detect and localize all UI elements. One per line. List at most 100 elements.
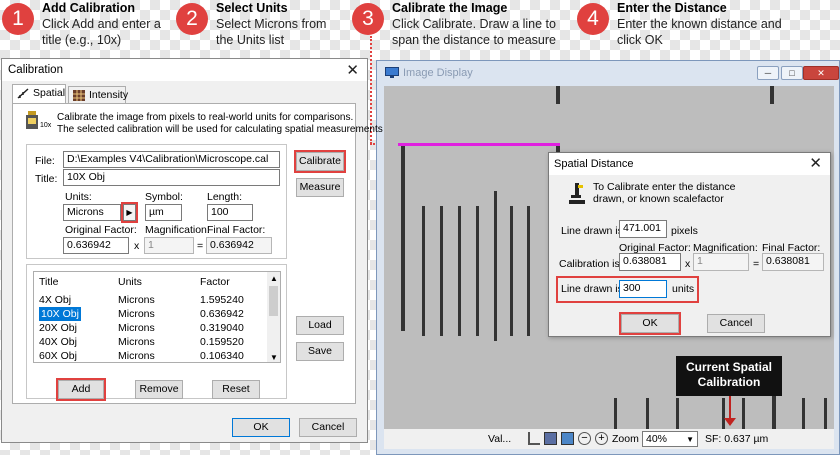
title-field[interactable]: 10X Obj	[63, 169, 280, 186]
zoom-in-icon[interactable]: +	[595, 432, 608, 445]
zoom-select[interactable]: 40% ▼	[642, 431, 698, 447]
current-calibration-callout: Current Spatial Calibration	[676, 356, 782, 396]
calibration-line	[398, 143, 560, 146]
remove-button[interactable]: Remove	[135, 380, 183, 399]
close-button[interactable]: ✕	[803, 66, 839, 80]
vertical-scrollbar[interactable]: ▲ ▼	[267, 272, 280, 362]
spatial-tab-panel: 10x Calibrate the image from pixels to r…	[12, 103, 383, 404]
cancel-button[interactable]: Cancel	[707, 314, 765, 333]
zoom-out-icon[interactable]: −	[578, 432, 591, 445]
ruler-tick	[614, 398, 617, 429]
cell-factor: 1.595240	[200, 294, 244, 306]
ruler-tick	[676, 398, 679, 429]
maximize-button[interactable]: □	[781, 66, 803, 80]
load-button[interactable]: Load	[296, 316, 344, 335]
save-button[interactable]: Save	[296, 342, 344, 361]
dialog-title: Calibration	[8, 64, 63, 76]
step-4: 4 Enter the Distance Enter the known dis…	[577, 0, 797, 52]
table-row[interactable]: 4X Obj Microns 1.595240	[39, 293, 272, 307]
cell-factor: 0.319040	[200, 322, 244, 334]
ruler-tick	[422, 206, 425, 336]
table-row[interactable]: 60X Obj Microns 0.106340	[39, 349, 272, 362]
step-title: Select Units	[216, 1, 288, 15]
calibration-list-group: Title Units Factor 4X Obj Microns 1.5952…	[26, 264, 287, 401]
cell-units: Microns	[118, 350, 155, 362]
window-title-bar: Image Display ─ □ ✕	[377, 61, 839, 85]
final-factor-label: Final Factor:	[207, 224, 266, 236]
scrollbar-thumb[interactable]	[269, 286, 278, 316]
column-header[interactable]: Units	[118, 276, 142, 288]
palette-icon[interactable]	[544, 432, 557, 445]
dialog-title-bar: Spatial Distance ✕	[549, 153, 830, 175]
file-path-field[interactable]: D:\Examples V4\Calibration\Microscope.ca…	[63, 151, 280, 168]
axes-icon[interactable]	[528, 432, 540, 445]
reset-button[interactable]: Reset	[212, 380, 260, 399]
original-factor-field[interactable]: 0.638081	[619, 253, 681, 271]
cell-factor: 0.106340	[200, 350, 244, 362]
cell-title: 40X Obj	[39, 336, 77, 348]
tab-label: Intensity	[89, 89, 129, 101]
chevron-down-icon: ▼	[686, 435, 694, 444]
column-header[interactable]: Title	[39, 276, 58, 288]
magnification-field[interactable]: 1	[144, 237, 194, 254]
microscope-icon	[569, 183, 585, 204]
step-number: 2	[176, 3, 208, 35]
ok-button[interactable]: OK	[232, 418, 290, 437]
pixels-unit-label: pixels	[671, 225, 698, 237]
column-header[interactable]: Factor	[200, 276, 230, 288]
units-field[interactable]: Microns	[63, 204, 121, 221]
tab-intensity[interactable]: Intensity	[68, 86, 129, 104]
known-distance-highlight: Line drawn is: 300 units	[556, 276, 699, 303]
original-factor-field[interactable]: 0.636942	[63, 237, 129, 254]
cell-title: 20X Obj	[39, 322, 77, 334]
table-row[interactable]: 20X Obj Microns 0.319040	[39, 321, 272, 335]
measure-button[interactable]: Measure	[296, 178, 344, 197]
ruler-tick	[458, 206, 461, 336]
step-title: Add Calibration	[42, 1, 136, 15]
units-dropdown-button[interactable]: ▶	[121, 202, 138, 223]
ruler-tick	[510, 206, 513, 336]
cell-factor: 0.636942	[200, 308, 244, 320]
ruler-tick	[476, 206, 479, 336]
dialog-title-bar: Calibration ✕	[2, 59, 367, 81]
table-row[interactable]: 10X Obj Microns 0.636942	[39, 307, 272, 321]
callout-line: Calibration	[697, 375, 761, 389]
instruction-text: To Calibrate enter the distance	[593, 181, 736, 193]
image-icon[interactable]	[561, 432, 574, 445]
calibration-is-label: Calibration is:	[559, 258, 623, 270]
ok-button[interactable]: OK	[619, 312, 681, 335]
table-row[interactable]: 40X Obj Microns 0.159520	[39, 335, 272, 349]
ruler-tick	[770, 86, 774, 104]
step-description: Click Add and enter a title (e.g., 10x)	[42, 17, 161, 47]
window-title: Image Display	[403, 67, 473, 79]
spatial-distance-dialog: Spatial Distance ✕ To Calibrate enter th…	[548, 152, 831, 337]
times-sign: x	[134, 240, 140, 252]
info-text: Calibrate the image from pixels to real-…	[57, 112, 354, 123]
scale-factor-readout: SF: 0.637 µm	[705, 433, 769, 445]
length-field[interactable]: 100	[207, 204, 253, 221]
step-number: 3	[352, 3, 384, 35]
calibrate-button[interactable]: Calibrate	[294, 150, 346, 173]
final-factor-field: 0.636942	[206, 237, 272, 254]
minimize-button[interactable]: ─	[757, 66, 779, 80]
calibration-table[interactable]: Title Units Factor 4X Obj Microns 1.5952…	[33, 271, 281, 363]
symbol-label: Symbol:	[145, 191, 183, 203]
close-icon[interactable]: ✕	[809, 154, 822, 172]
close-icon[interactable]: ✕	[346, 61, 359, 79]
add-button[interactable]: Add	[56, 378, 106, 401]
cell-units: Microns	[118, 294, 155, 306]
cancel-button[interactable]: Cancel	[299, 418, 357, 437]
ruler-tick	[742, 398, 745, 429]
units-unit-label: units	[672, 283, 695, 295]
tab-spatial[interactable]: Spatial	[12, 84, 66, 104]
file-label: File:	[35, 155, 55, 167]
chevron-up-icon[interactable]: ▲	[270, 274, 278, 283]
symbol-field[interactable]: µm	[145, 204, 182, 221]
magnification-field[interactable]: 1	[693, 253, 749, 271]
ruler-tick	[494, 191, 497, 341]
zoom-value: 40%	[646, 433, 668, 445]
chevron-down-icon[interactable]: ▼	[270, 353, 278, 362]
known-distance-field[interactable]: 300	[619, 280, 667, 298]
line-drawn-pixels-field[interactable]: 471.001	[619, 220, 667, 238]
instruction-text: drawn, or known scalefactor	[593, 193, 724, 205]
